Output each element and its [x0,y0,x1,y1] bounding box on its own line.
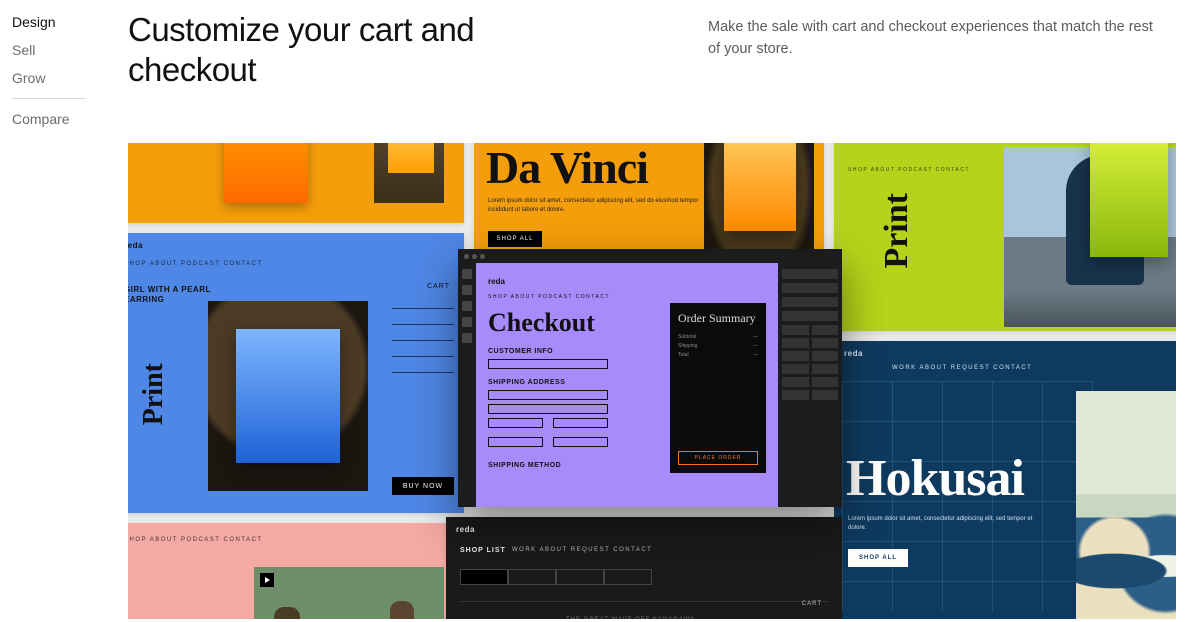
place-order-button: PLACE ORDER [678,451,758,465]
shop-list-label: SHOP LIST [460,547,506,554]
sidebar-item-compare[interactable]: Compare [12,105,128,133]
artist-title: Hokusai [846,449,1024,508]
divider [460,601,828,602]
print-label: Print [138,363,170,425]
sidebar-item-sell[interactable]: Sell [12,36,128,64]
window-dot-icon [472,254,477,259]
main: Customize your cart and checkout Make th… [128,8,1200,619]
form-field [488,404,608,414]
editor-toolbar [458,263,476,507]
editor-inspector [778,263,842,507]
gradient-overlay [236,329,340,463]
gradient-overlay [1090,143,1168,257]
buy-now-button: BUY NOW [392,477,454,495]
tool-icon [462,333,472,343]
play-icon [260,573,274,587]
gallery-tile-dark-store[interactable]: reda WORK ABOUT REQUEST CONTACT SHOP LIS… [446,517,842,619]
tool-icon [462,269,472,279]
form-field [488,390,608,400]
gallery-tile-checkout-editor[interactable]: reda SHOP ABOUT PODCAST CONTACT Checkout… [458,249,842,507]
form-field [553,437,608,447]
gallery-tile-orange-top [128,143,464,223]
sidebar-item-grow[interactable]: Grow [12,64,128,92]
tool-icon [462,317,472,327]
tile-nav: WORK ABOUT REQUEST CONTACT [512,547,652,553]
editor-titlebar [458,249,842,263]
tool-icon [462,285,472,295]
tile-nav: WORK ABOUT REQUEST CONTACT [892,365,1032,371]
tool-icon [462,301,472,311]
tile-nav: SHOP ABOUT PODCAST CONTACT [488,294,766,300]
cart-label: CART [427,283,450,290]
tile-brand: reda [128,241,143,250]
sidebar: Design Sell Grow Compare [12,8,128,619]
editor-canvas: reda SHOP ABOUT PODCAST CONTACT Checkout… [476,263,778,507]
tile-nav: SHOP ABOUT PODCAST CONTACT [848,167,970,173]
tile-brand: reda [488,277,766,286]
window-dot-icon [480,254,485,259]
tile-brand: reda [456,525,475,534]
form-field [488,418,543,428]
page-title: Customize your cart and checkout [128,10,568,89]
order-summary-title: Order Summary [678,311,758,326]
tile-nav: SHOP ABOUT PODCAST CONTACT [128,537,263,543]
window-dot-icon [464,254,469,259]
gallery-tile-blue-print[interactable]: reda SHOP ABOUT PODCAST CONTACT GIRL WIT… [128,233,464,513]
form-field [553,418,608,428]
cart-label: CART [802,601,822,607]
header: Customize your cart and checkout Make th… [128,10,1200,89]
shop-all-button: SHOP ALL [488,231,542,247]
side-panel [392,299,454,445]
tile-brand: reda [844,349,863,358]
artwork-subtitle: THE GREAT WAVE OFF KANAGAWA [566,617,695,619]
gradient-overlay [388,143,434,173]
tile-subtext: Lorem ipsum dolor sit amet, consectetur … [848,515,1048,533]
page-description: Make the sale with cart and checkout exp… [708,10,1168,61]
filter-tabs [460,569,652,585]
gradient-overlay [224,143,308,203]
artwork-image [254,567,444,619]
sidebar-item-design[interactable]: Design [12,8,128,36]
form-field [488,437,543,447]
gallery-tile-hokusai[interactable]: reda WORK ABOUT REQUEST CONTACT Hokusai … [834,341,1176,619]
tile-nav: SHOP ABOUT PODCAST CONTACT [128,261,263,267]
gallery-tile-pink-seurat[interactable]: SHOP ABOUT PODCAST CONTACT eurat Lorem i… [128,523,464,619]
print-label: Print [878,193,916,269]
order-summary-panel: Order Summary Subtotal— Shipping— Total—… [670,303,766,473]
form-field [488,359,608,369]
artist-title: Da Vinci [486,143,648,194]
tile-subtext: Lorem ipsum dolor sit amet, consectetur … [488,197,708,214]
gallery-tile-green-print[interactable]: SHOP ABOUT PODCAST CONTACT Print [834,143,1176,331]
shop-all-button: SHOP ALL [848,549,908,567]
sidebar-divider [12,98,86,99]
artwork-image [1076,391,1176,619]
template-gallery: reda SHOP ABOUT PODCAST CONTACT GIRL WIT… [128,143,1176,619]
gradient-overlay [724,143,796,231]
